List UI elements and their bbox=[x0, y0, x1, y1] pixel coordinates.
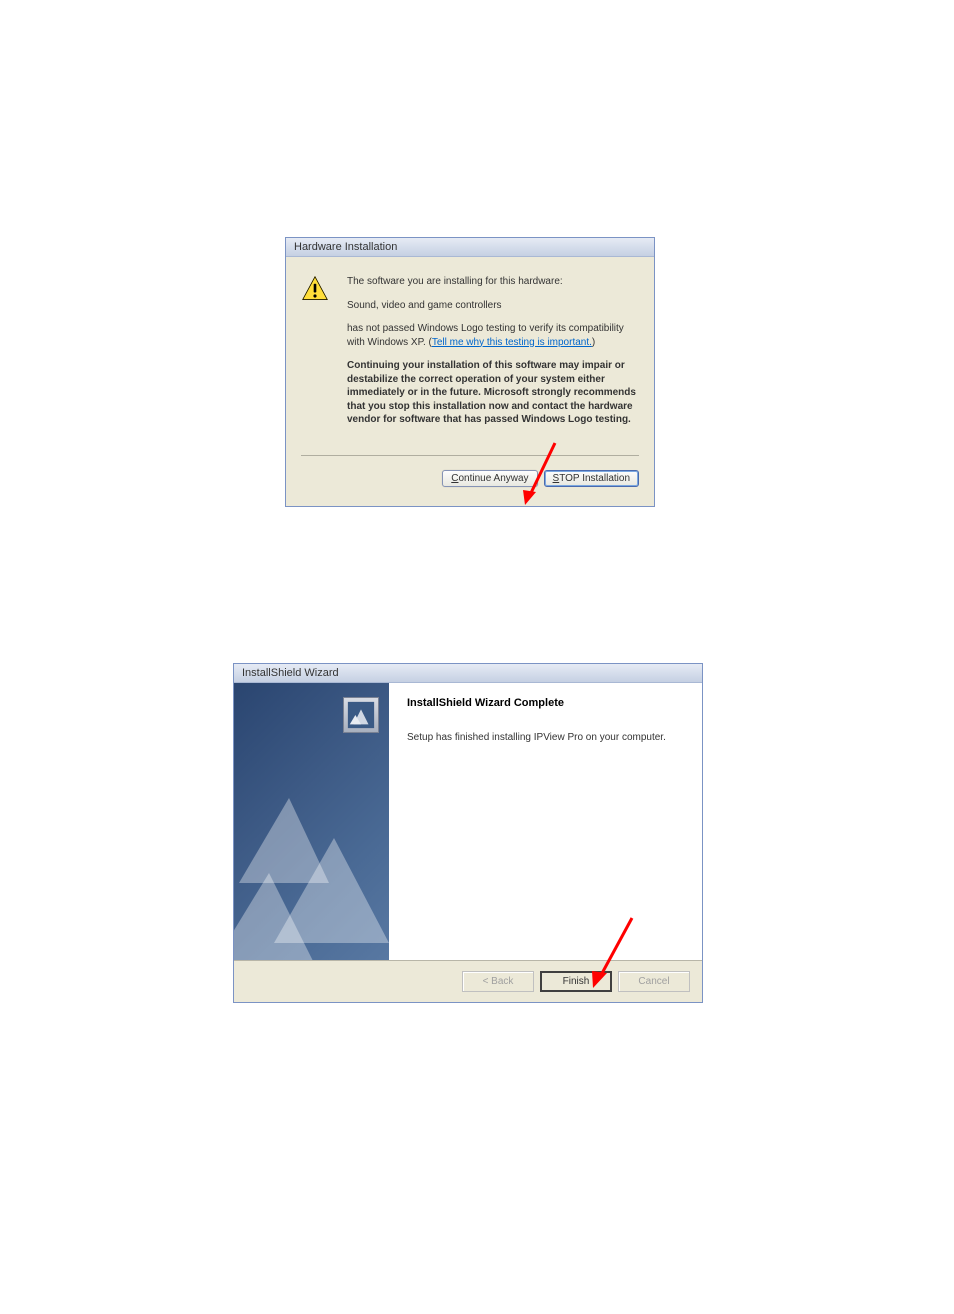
dialog-body: InstallShield Wizard Complete Setup has … bbox=[234, 683, 702, 960]
installshield-icon bbox=[343, 697, 379, 733]
finish-button[interactable]: Finish bbox=[540, 971, 612, 992]
warning-icon bbox=[301, 275, 329, 303]
wizard-sidebar-image bbox=[234, 683, 389, 960]
dialog-titlebar[interactable]: InstallShield Wizard bbox=[234, 664, 702, 683]
dialog-titlebar[interactable]: Hardware Installation bbox=[286, 238, 654, 257]
warning-text-block: The software you are installing for this… bbox=[347, 275, 639, 437]
button-row: Continue Anyway STOP Installation bbox=[301, 470, 639, 491]
stop-installation-button[interactable]: STOP Installation bbox=[544, 470, 639, 487]
continue-anyway-button[interactable]: Continue Anyway bbox=[442, 470, 537, 487]
hardware-line2: Sound, video and game controllers bbox=[347, 299, 639, 313]
cancel-button: Cancel bbox=[618, 971, 690, 992]
wizard-body-text: Setup has finished installing IPView Pro… bbox=[407, 731, 684, 744]
dialog-title: InstallShield Wizard bbox=[242, 667, 339, 679]
dialog-content: The software you are installing for this… bbox=[286, 257, 654, 506]
hardware-installation-dialog: Hardware Installation The software you a… bbox=[285, 237, 655, 507]
dialog-title: Hardware Installation bbox=[294, 241, 397, 253]
hardware-warning-bold: Continuing your installation of this sof… bbox=[347, 359, 639, 427]
testing-important-link[interactable]: Tell me why this testing is important. bbox=[432, 337, 592, 348]
divider bbox=[301, 455, 639, 456]
wizard-footer: < Back Finish Cancel bbox=[234, 960, 702, 1002]
back-button: < Back bbox=[462, 971, 534, 992]
wizard-main-panel: InstallShield Wizard Complete Setup has … bbox=[389, 683, 702, 960]
wizard-heading: InstallShield Wizard Complete bbox=[407, 697, 684, 709]
hardware-line1: The software you are installing for this… bbox=[347, 275, 639, 289]
installshield-wizard-dialog: InstallShield Wizard InstallShield Wizar… bbox=[233, 663, 703, 1003]
hardware-logo-text: has not passed Windows Logo testing to v… bbox=[347, 322, 639, 349]
